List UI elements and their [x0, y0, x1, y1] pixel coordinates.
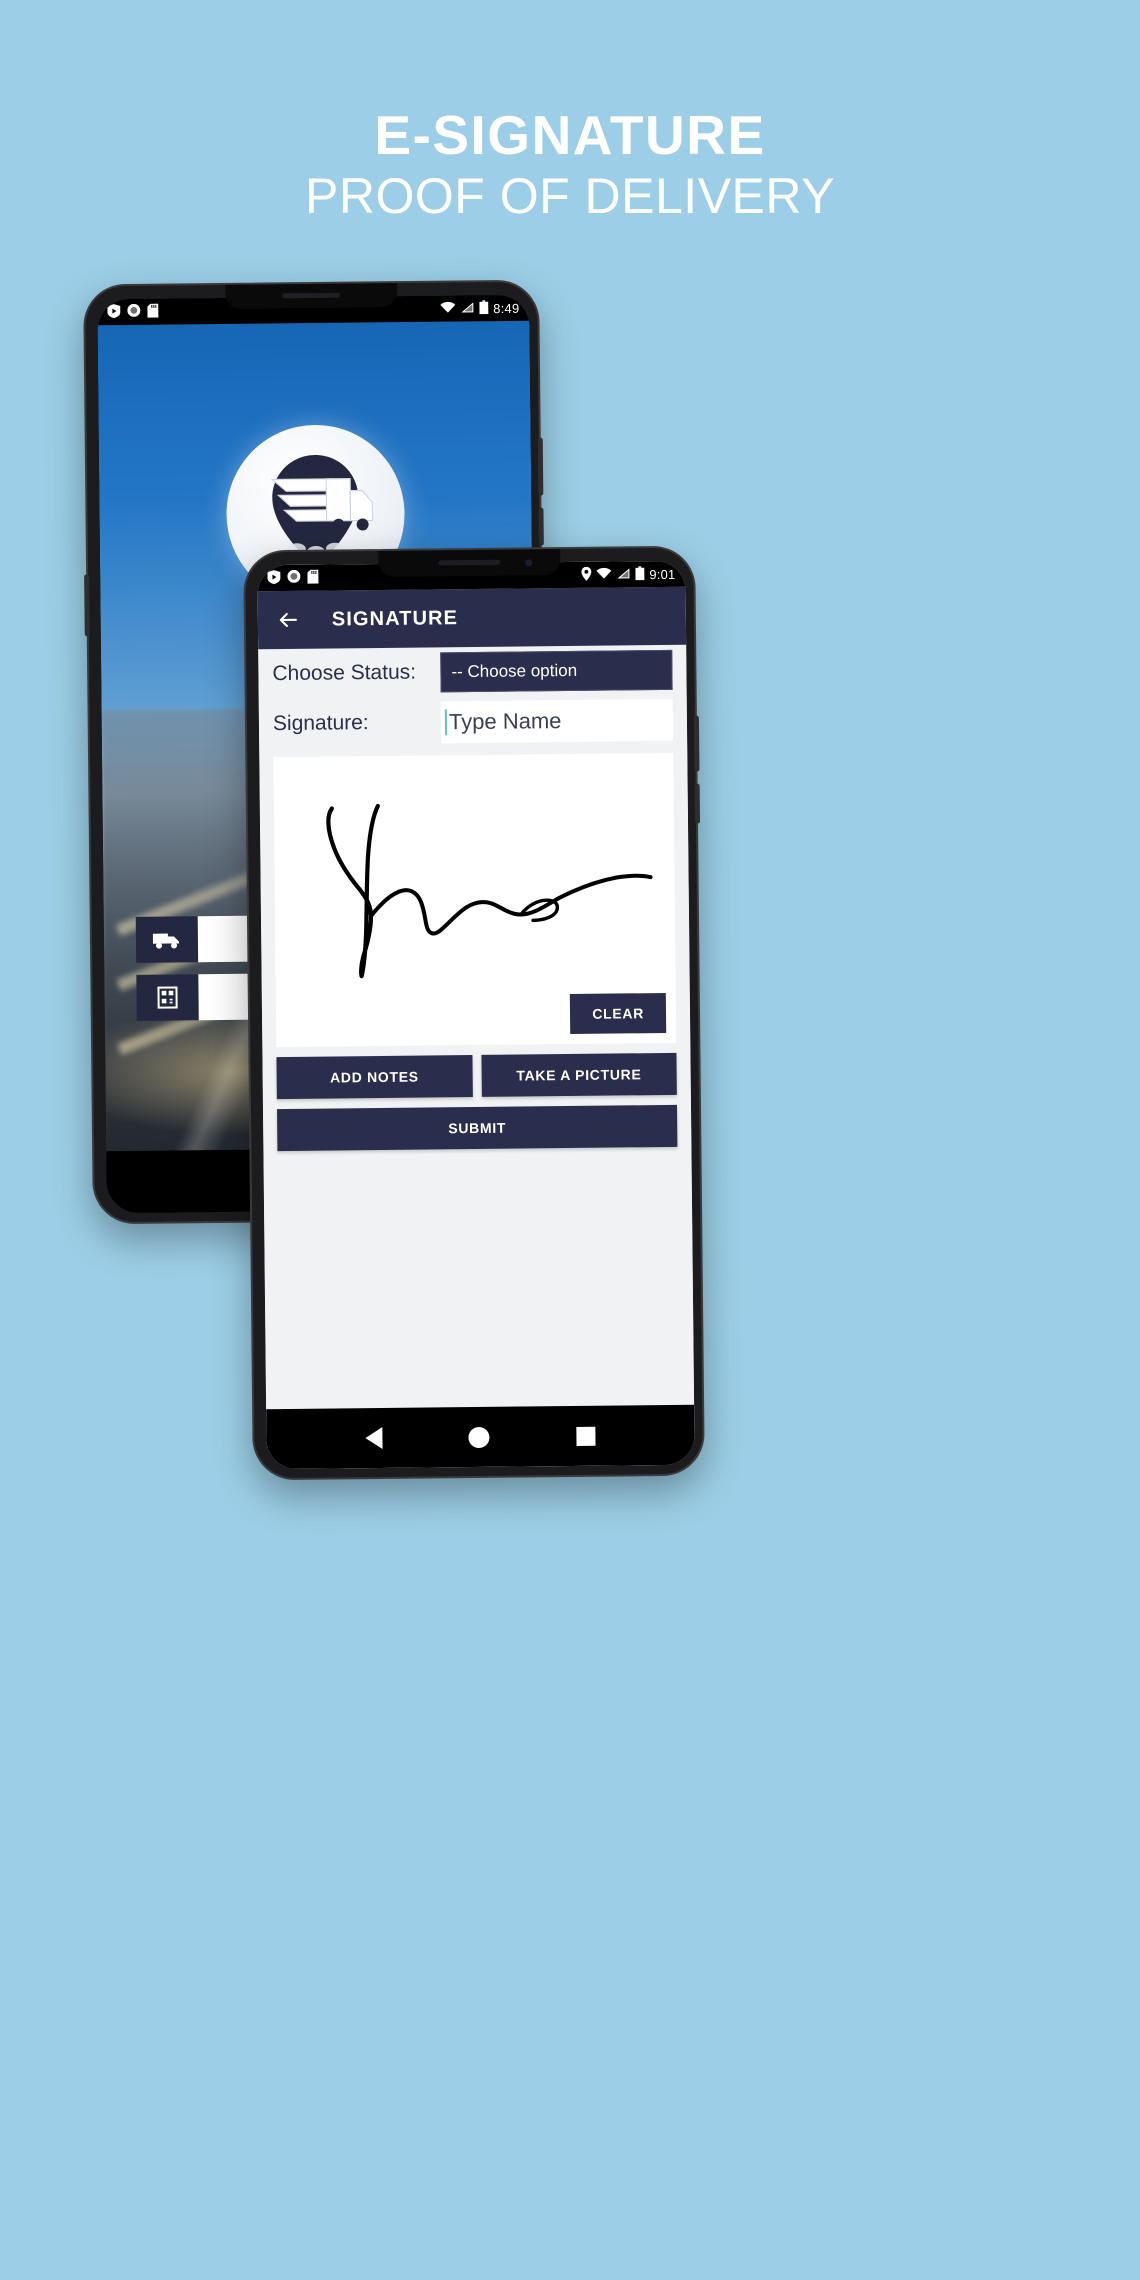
front-camera [525, 559, 533, 567]
status-row: Choose Status: -- Choose option [258, 645, 687, 699]
earpiece-speaker [282, 292, 341, 299]
front-phone-clock: 9:01 [649, 566, 676, 582]
home-circle-icon[interactable] [468, 1426, 491, 1448]
signature-label: Signature: [272, 711, 369, 736]
power-button[interactable] [538, 507, 544, 546]
barcode-scanner-icon [136, 974, 199, 1021]
signature-name-row: Signature: Type Name [259, 695, 688, 749]
sd-card-icon [307, 569, 319, 586]
front-phone-screen: 9:01 SIGNATURE Choose Status: -- Choose … [257, 560, 695, 1470]
back-triangle-icon[interactable] [365, 1426, 383, 1450]
shield-play-icon [107, 303, 121, 321]
volume-button[interactable] [693, 715, 700, 772]
signature-name-input[interactable]: Type Name [440, 698, 674, 744]
wifi-icon [440, 301, 456, 316]
add-notes-button[interactable]: ADD NOTES [276, 1055, 473, 1100]
back-phone-clock: 8:49 [493, 300, 520, 316]
signal-icon [460, 301, 474, 316]
front-phone-nav-bar [266, 1404, 695, 1470]
location-icon [581, 566, 592, 583]
phone-mockup-signature: 9:01 SIGNATURE Choose Status: -- Choose … [243, 545, 705, 1481]
take-a-picture-button[interactable]: TAKE A PICTURE [480, 1052, 677, 1097]
recents-square-icon[interactable] [576, 1426, 596, 1446]
truck-icon [135, 916, 199, 963]
headline-line-2: PROOF OF DELIVERY [305, 168, 835, 224]
submit-button[interactable]: SUBMIT [276, 1104, 678, 1152]
front-phone-notch [378, 549, 561, 577]
secondary-actions-row: ADD NOTES TAKE A PICTURE [276, 1052, 677, 1100]
choose-status-label: Choose Status: [272, 660, 417, 686]
signature-app-bar: SIGNATURE [257, 586, 687, 650]
back-phone-notch [225, 283, 398, 309]
wifi-icon [596, 567, 612, 582]
earpiece-speaker [438, 559, 501, 566]
assistant-button[interactable] [84, 574, 90, 637]
battery-icon [479, 299, 489, 317]
screen-title: SIGNATURE [331, 606, 459, 630]
status-select[interactable]: -- Choose option [440, 649, 673, 693]
shield-play-icon [267, 569, 281, 587]
page-title: E-SIGNATURE PROOF OF DELIVERY [0, 108, 1140, 231]
arrow-left-icon[interactable] [276, 608, 300, 632]
sd-card-icon [147, 303, 159, 320]
signature-form-body: Choose Status: -- Choose option Signatur… [258, 644, 695, 1410]
signature-name-placeholder: Type Name [448, 708, 562, 735]
signature-drawing-canvas[interactable]: CLEAR [273, 752, 677, 1048]
signal-icon [616, 567, 630, 582]
record-icon [287, 569, 301, 586]
status-select-value: -- Choose option [451, 660, 578, 682]
submit-actions-row: SUBMIT [276, 1104, 678, 1152]
headline-line-1: E-SIGNATURE [374, 104, 766, 166]
volume-button[interactable] [537, 437, 544, 496]
battery-icon [635, 565, 645, 583]
record-icon [127, 303, 141, 320]
power-button[interactable] [694, 783, 701, 824]
clear-button[interactable]: CLEAR [570, 992, 667, 1034]
text-caret [444, 709, 448, 736]
